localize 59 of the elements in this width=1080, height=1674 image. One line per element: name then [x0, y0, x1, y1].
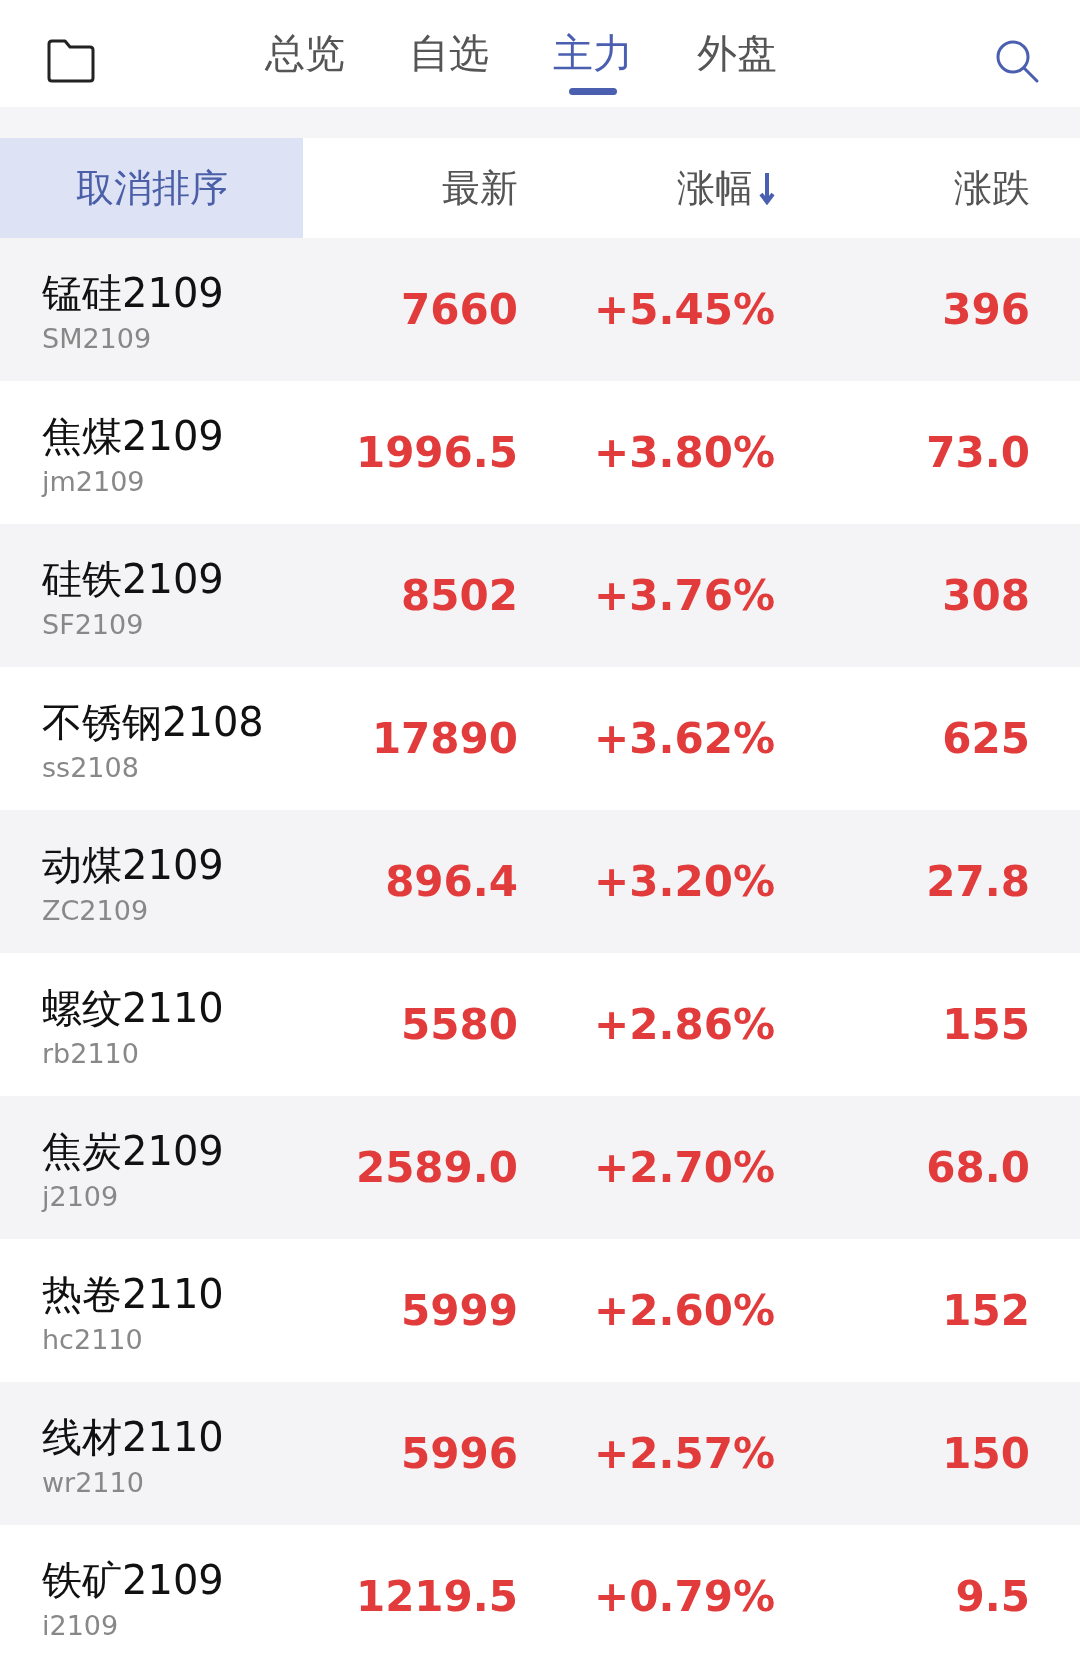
contract-name: 硅铁2109: [42, 554, 225, 604]
contract-code: SF2109: [42, 608, 145, 640]
change-percent: +2.57%: [594, 1429, 775, 1478]
contract-name: 线材2110: [42, 1412, 225, 1462]
latest-price: 1996.5: [355, 428, 518, 477]
tab[interactable]: 主力: [553, 26, 633, 95]
change-percent: +3.20%: [594, 857, 775, 906]
change-amount: 150: [942, 1429, 1030, 1478]
change-percent: +0.79%: [594, 1572, 775, 1621]
column-header[interactable]: 涨幅: [677, 162, 775, 214]
change-amount: 396: [942, 285, 1030, 334]
change-amount: 625: [942, 714, 1030, 763]
contract-name: 焦煤2109: [42, 411, 225, 461]
change-percent: +2.60%: [594, 1286, 775, 1335]
column-header[interactable]: 最新: [442, 162, 518, 214]
latest-price: 8502: [401, 571, 518, 620]
latest-price: 896.4: [385, 857, 518, 906]
column-header[interactable]: 涨跌: [954, 162, 1030, 214]
change-percent: +3.80%: [594, 428, 775, 477]
latest-price: 7660: [401, 285, 518, 334]
latest-price: 5996: [401, 1429, 518, 1478]
tab[interactable]: 外盘: [697, 26, 777, 95]
folder-icon[interactable]: [46, 37, 96, 84]
contract-code: i2109: [42, 1609, 120, 1641]
contract-name: 铁矿2109: [42, 1555, 225, 1605]
latest-price: 5999: [401, 1286, 518, 1335]
change-amount: 27.8: [926, 857, 1030, 906]
contract-code: jm2109: [42, 465, 146, 497]
change-amount: 73.0: [926, 428, 1030, 477]
contract-name: 螺纹2110: [42, 983, 225, 1033]
contract-code: rb2110: [42, 1037, 140, 1069]
contract-name: 动煤2109: [42, 840, 225, 890]
change-percent: +3.62%: [594, 714, 775, 763]
contract-code: ZC2109: [42, 894, 150, 926]
latest-price: 5580: [401, 1000, 518, 1049]
change-amount: 68.0: [926, 1143, 1030, 1192]
tab[interactable]: 总览: [265, 26, 345, 95]
change-percent: +3.76%: [594, 571, 775, 620]
change-amount: 152: [942, 1286, 1030, 1335]
change-amount: 308: [942, 571, 1030, 620]
tab[interactable]: 自选: [409, 26, 489, 95]
latest-price: 1219.5: [355, 1572, 518, 1621]
latest-price: 2589.0: [355, 1143, 518, 1192]
contract-code: j2109: [42, 1180, 120, 1212]
contract-code: ss2108: [42, 751, 140, 783]
latest-price: 17890: [371, 714, 518, 763]
contract-name: 锰硅2109: [42, 268, 225, 318]
contract-name: 不锈钢2108: [42, 697, 265, 747]
contract-name: 焦炭2109: [42, 1126, 225, 1176]
change-percent: +5.45%: [594, 285, 775, 334]
contract-name: 热卷2110: [42, 1269, 225, 1319]
contract-code: hc2110: [42, 1323, 144, 1355]
cancel-sort-button[interactable]: 取消排序: [0, 138, 303, 238]
change-amount: 9.5: [955, 1572, 1030, 1621]
contract-code: wr2110: [42, 1466, 145, 1498]
change-percent: +2.70%: [594, 1143, 775, 1192]
change-amount: 155: [942, 1000, 1030, 1049]
change-percent: +2.86%: [594, 1000, 775, 1049]
contract-code: SM2109: [42, 322, 153, 354]
